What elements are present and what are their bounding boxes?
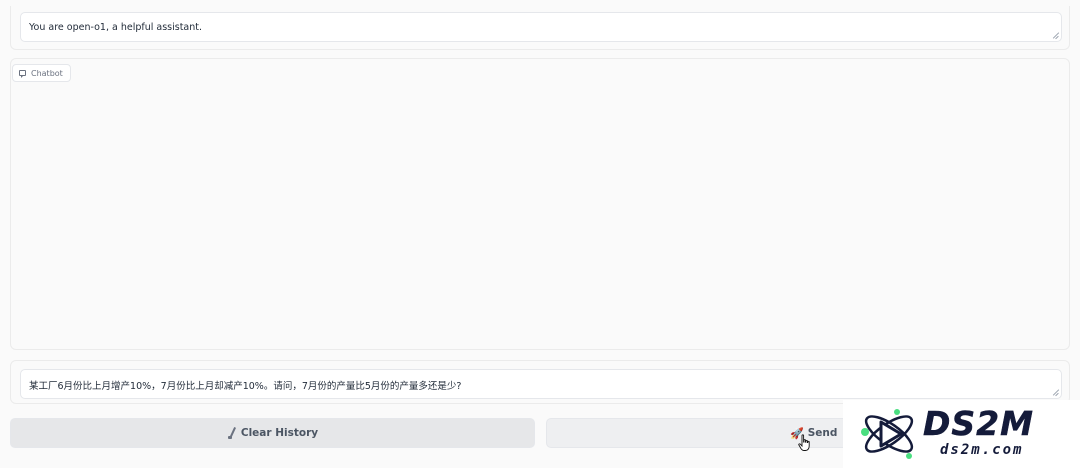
chatbot-label-text: Chatbot <box>31 68 63 78</box>
system-prompt-text: You are open-o1, a helpful assistant. <box>29 22 203 33</box>
resize-handle-icon[interactable] <box>1052 389 1059 396</box>
question-input[interactable]: 某工厂6月份比上月增产10%，7月份比上月却减产10%。请问，7月份的产量比5月… <box>20 369 1062 399</box>
system-prompt-input[interactable]: You are open-o1, a helpful assistant. <box>20 12 1062 42</box>
watermark: DS2M ds2m.com <box>843 400 1080 468</box>
hand-cursor-icon <box>798 434 810 451</box>
clear-history-label: Clear History <box>240 427 319 439</box>
system-prompt-block: You are open-o1, a helpful assistant. <box>10 6 1070 50</box>
watermark-logo-text: DS2M <box>923 404 1034 444</box>
atom-logo-icon <box>861 409 914 459</box>
resize-handle-icon[interactable] <box>1052 32 1059 39</box>
brush-icon <box>227 427 237 439</box>
question-text: 某工厂6月份比上月增产10%，7月份比上月却减产10%。请问，7月份的产量比5月… <box>29 381 462 392</box>
send-label: Send <box>807 427 838 439</box>
chatbot-panel: Chatbot <box>10 58 1070 350</box>
chatbot-label: Chatbot <box>12 64 71 82</box>
chat-icon <box>19 70 26 78</box>
question-block: 某工厂6月份比上月增产10%，7月份比上月却减产10%。请问，7月份的产量比5月… <box>10 360 1070 404</box>
watermark-url-text: ds2m.com <box>940 442 1024 458</box>
clear-history-button[interactable]: Clear History <box>10 418 535 448</box>
